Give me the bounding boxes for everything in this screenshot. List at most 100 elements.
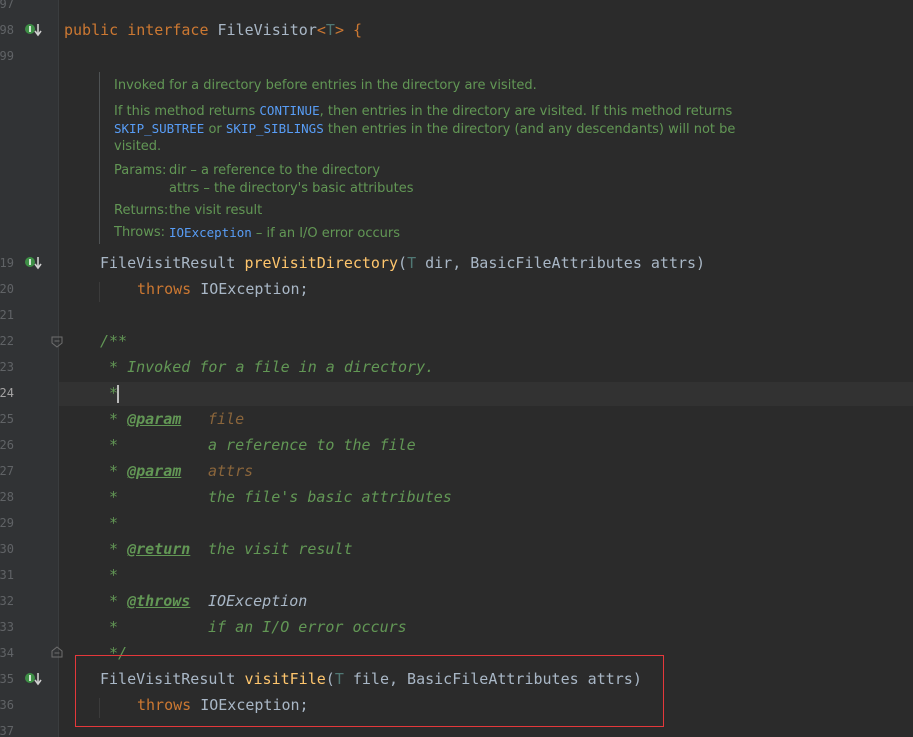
javadoc-tag-param: @param <box>127 462 182 480</box>
comment-summary[interactable]: * Invoked for a file in a directory. <box>100 358 434 376</box>
line-number: 27 <box>0 464 14 478</box>
comment-star[interactable]: * <box>100 566 118 584</box>
doc-line-4: visited. <box>114 139 162 154</box>
comment-throws[interactable]: * @throws <box>100 592 190 610</box>
code-line-interface[interactable]: public interface FileVisitor<T> { <box>64 21 362 39</box>
doc-param-2: attrs – the directory's basic attributes <box>169 181 414 196</box>
line-number: 28 <box>0 490 14 504</box>
keyword-public: public <box>64 21 128 39</box>
fold-icon[interactable] <box>51 336 63 348</box>
line-number: 21 <box>0 308 14 322</box>
param-desc-file: a reference to the file <box>208 436 416 454</box>
doc-params-label: Params: <box>114 163 167 178</box>
type-parameter: T <box>407 254 417 272</box>
javadoc-tag-return: @return <box>127 540 191 558</box>
line-number: 32 <box>0 594 14 608</box>
comment-star[interactable]: * <box>100 488 118 506</box>
comment-open[interactable]: /** <box>100 332 127 350</box>
angle-close-brace: > { <box>334 21 363 39</box>
doc-line-3: SKIP_SUBTREE or SKIP_SIBLINGS then entri… <box>114 120 735 138</box>
line-number: 23 <box>0 360 14 374</box>
keyword-throws: throws <box>137 280 201 298</box>
doc-code-skip-siblings[interactable]: SKIP_SIBLINGS <box>226 121 324 136</box>
svg-text:I: I <box>29 25 32 34</box>
param-name-attrs: attrs <box>208 462 254 480</box>
doc-throws-line: IOException – if an I/O error occurs <box>169 224 400 242</box>
rendered-javadoc[interactable]: Invoked for a directory before entries i… <box>99 72 740 244</box>
line-number: 31 <box>0 568 14 582</box>
type-parameter: T <box>325 21 335 39</box>
comment-return[interactable]: * @return <box>100 540 190 558</box>
doc-summary: Invoked for a directory before entries i… <box>114 78 537 93</box>
implemented-method-icon[interactable]: I <box>24 23 42 37</box>
comment-star[interactable]: * <box>100 514 118 532</box>
return-type: FileVisitResult <box>100 254 245 272</box>
line-number: 99 <box>0 49 14 63</box>
line-number: 26 <box>0 438 14 452</box>
highlight-box <box>75 655 664 727</box>
throws-ref-ioexception: IOException <box>208 592 308 610</box>
comment-param-file[interactable]: * @param <box>100 410 181 428</box>
line-number-current: 24 <box>0 386 14 400</box>
implemented-method-icon[interactable]: I <box>24 672 42 686</box>
doc-text: – if an I/O error occurs <box>251 226 401 241</box>
comment-star[interactable]: * <box>100 384 118 402</box>
doc-text: , then entries in the directory are visi… <box>319 104 733 119</box>
method-name-pre-visit-directory: preVisitDirectory <box>244 254 399 272</box>
doc-text: then entries in the directory (and any d… <box>323 122 736 137</box>
line-number: 30 <box>0 542 14 556</box>
fold-icon[interactable] <box>51 646 63 658</box>
keyword-interface: interface <box>127 21 218 39</box>
doc-code-continue[interactable]: CONTINUE <box>259 103 319 118</box>
line-number: 36 <box>0 698 14 712</box>
comment-star[interactable]: * <box>100 618 118 636</box>
comment-star: * <box>100 540 119 558</box>
svg-text:I: I <box>29 674 32 683</box>
line-number: 20 <box>0 282 14 296</box>
code-editor[interactable]: 97 98 99 19 20 21 22 23 24 25 26 27 28 2… <box>0 0 913 737</box>
current-line-highlight <box>59 382 913 406</box>
exception-type: IOException; <box>200 280 309 298</box>
comment-param-attrs[interactable]: * @param <box>100 462 181 480</box>
param-desc-attrs: the file's basic attributes <box>208 488 452 506</box>
javadoc-tag-throws: @throws <box>127 592 191 610</box>
svg-text:I: I <box>29 258 32 267</box>
param-name-file: file <box>208 410 245 428</box>
line-number: 22 <box>0 334 14 348</box>
comment-star[interactable]: * <box>100 436 118 454</box>
code-line-pre-visit-throws[interactable]: throws IOException; <box>137 280 309 298</box>
doc-returns-label: Returns: <box>114 203 169 218</box>
line-number: 97 <box>0 0 14 11</box>
return-desc: the visit result <box>208 540 353 558</box>
gutter-separator <box>58 0 59 737</box>
comment-star: * <box>100 410 119 428</box>
method-args: dir, BasicFileAttributes attrs) <box>416 254 706 272</box>
indent-guide <box>99 282 100 302</box>
javadoc-tag-param: @param <box>127 410 182 428</box>
doc-returns-text: the visit result <box>169 203 263 218</box>
line-number: 33 <box>0 620 14 634</box>
angle-open: < <box>316 21 326 39</box>
comment-star: * <box>100 462 119 480</box>
line-number: 35 <box>0 672 14 686</box>
line-number: 34 <box>0 646 14 660</box>
doc-code-skip-subtree[interactable]: SKIP_SUBTREE <box>114 121 204 136</box>
interface-name: FileVisitor <box>217 21 317 39</box>
implemented-method-icon[interactable]: I <box>24 256 42 270</box>
code-line-pre-visit[interactable]: FileVisitResult preVisitDirectory(T dir,… <box>100 254 705 272</box>
doc-line-2: If this method returns CONTINUE, then en… <box>114 102 732 120</box>
line-number: 19 <box>0 256 14 270</box>
line-number: 98 <box>0 23 14 37</box>
paren-open: ( <box>398 254 408 272</box>
line-number: 25 <box>0 412 14 426</box>
throws-desc: if an I/O error occurs <box>208 618 407 636</box>
doc-throws-label: Throws: <box>114 225 165 240</box>
text-caret <box>117 385 119 403</box>
doc-text: If this method returns <box>114 104 260 119</box>
doc-code-ioexception[interactable]: IOException <box>169 225 252 240</box>
doc-param-1: dir – a reference to the directory <box>169 163 381 178</box>
line-number: 29 <box>0 516 14 530</box>
line-number: 37 <box>0 724 14 737</box>
comment-star: * <box>100 592 119 610</box>
doc-text: or <box>204 122 226 137</box>
